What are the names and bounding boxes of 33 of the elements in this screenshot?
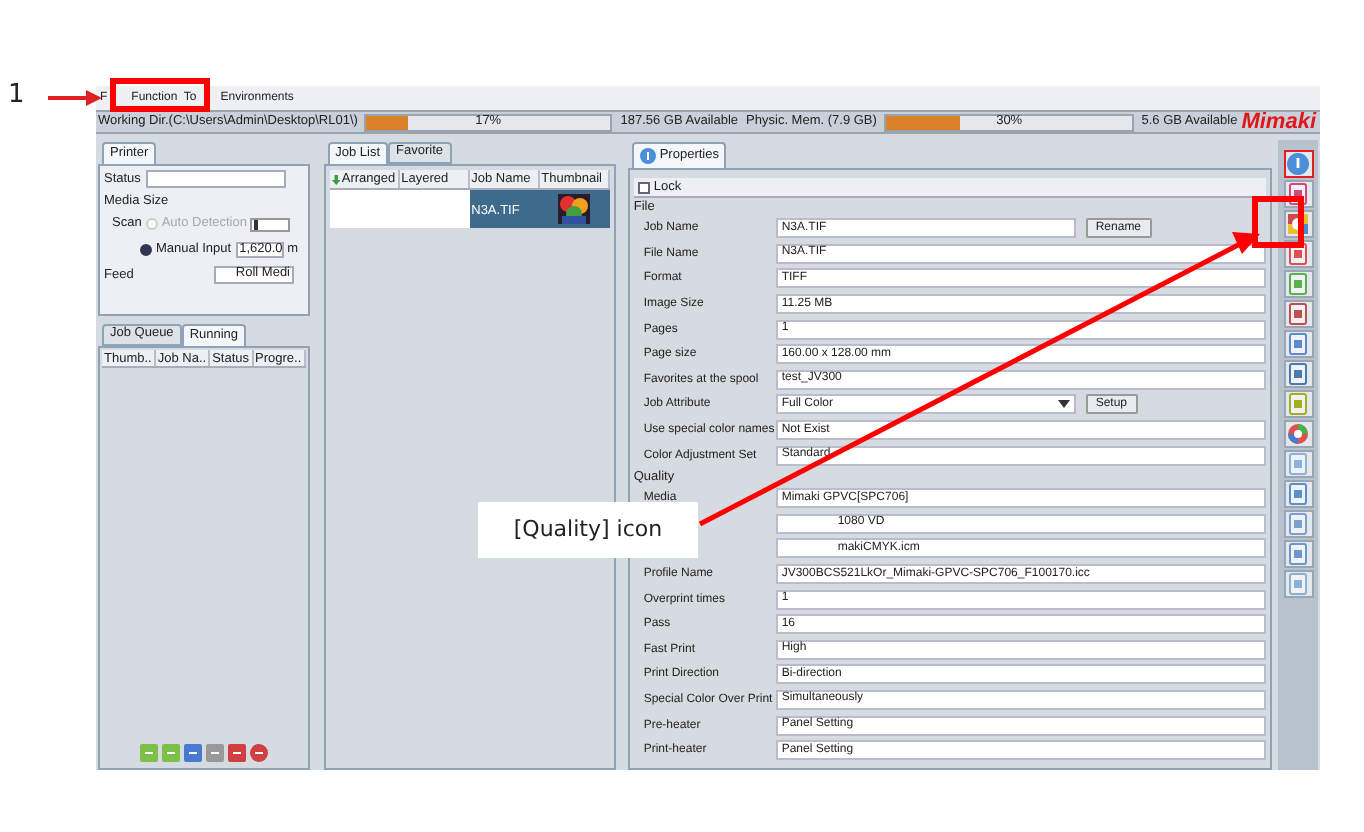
- lock-checkbox[interactable]: [637, 181, 650, 193]
- highlight-frame: [1252, 196, 1304, 248]
- toolbar-button[interactable]: [1283, 540, 1314, 568]
- queue-button-icon[interactable]: [227, 744, 246, 762]
- toolbar-button[interactable]: [1283, 390, 1314, 418]
- queue-button-icon[interactable]: [205, 744, 224, 762]
- toolbar-button[interactable]: [1283, 150, 1314, 178]
- step-number: 1: [8, 78, 25, 114]
- toolbar-button[interactable]: [1283, 330, 1314, 358]
- annotation-arrow: [48, 90, 102, 106]
- dropdown-arrow-icon: [1057, 398, 1070, 411]
- down-arrow-icon: [331, 173, 340, 185]
- toolbar-button[interactable]: [1283, 420, 1314, 448]
- toolbar-button[interactable]: [1283, 450, 1314, 478]
- color-wheel-icon: [1286, 422, 1311, 446]
- queue-button-icon[interactable]: [139, 744, 158, 762]
- highlight-frame: [110, 78, 210, 112]
- toolbar-button[interactable]: [1283, 570, 1314, 598]
- queue-button-icon[interactable]: [161, 744, 180, 762]
- radio-button[interactable]: [140, 243, 152, 256]
- queue-button-icon[interactable]: [183, 744, 202, 762]
- slider-thumb[interactable]: [254, 219, 259, 230]
- callout-label: [Quality] icon: [478, 502, 698, 558]
- info-icon: [639, 148, 656, 164]
- toolbar-button[interactable]: [1283, 480, 1314, 508]
- status-field: [146, 170, 287, 189]
- toolbar-button[interactable]: [1283, 300, 1314, 328]
- logo: Mimaki: [1241, 111, 1319, 133]
- info-icon: [1286, 152, 1311, 176]
- toolbar-button[interactable]: [1283, 360, 1314, 388]
- toolbar-button[interactable]: [1283, 270, 1314, 298]
- toolbar-button[interactable]: [1283, 510, 1314, 538]
- queue-button-icon[interactable]: [249, 744, 268, 762]
